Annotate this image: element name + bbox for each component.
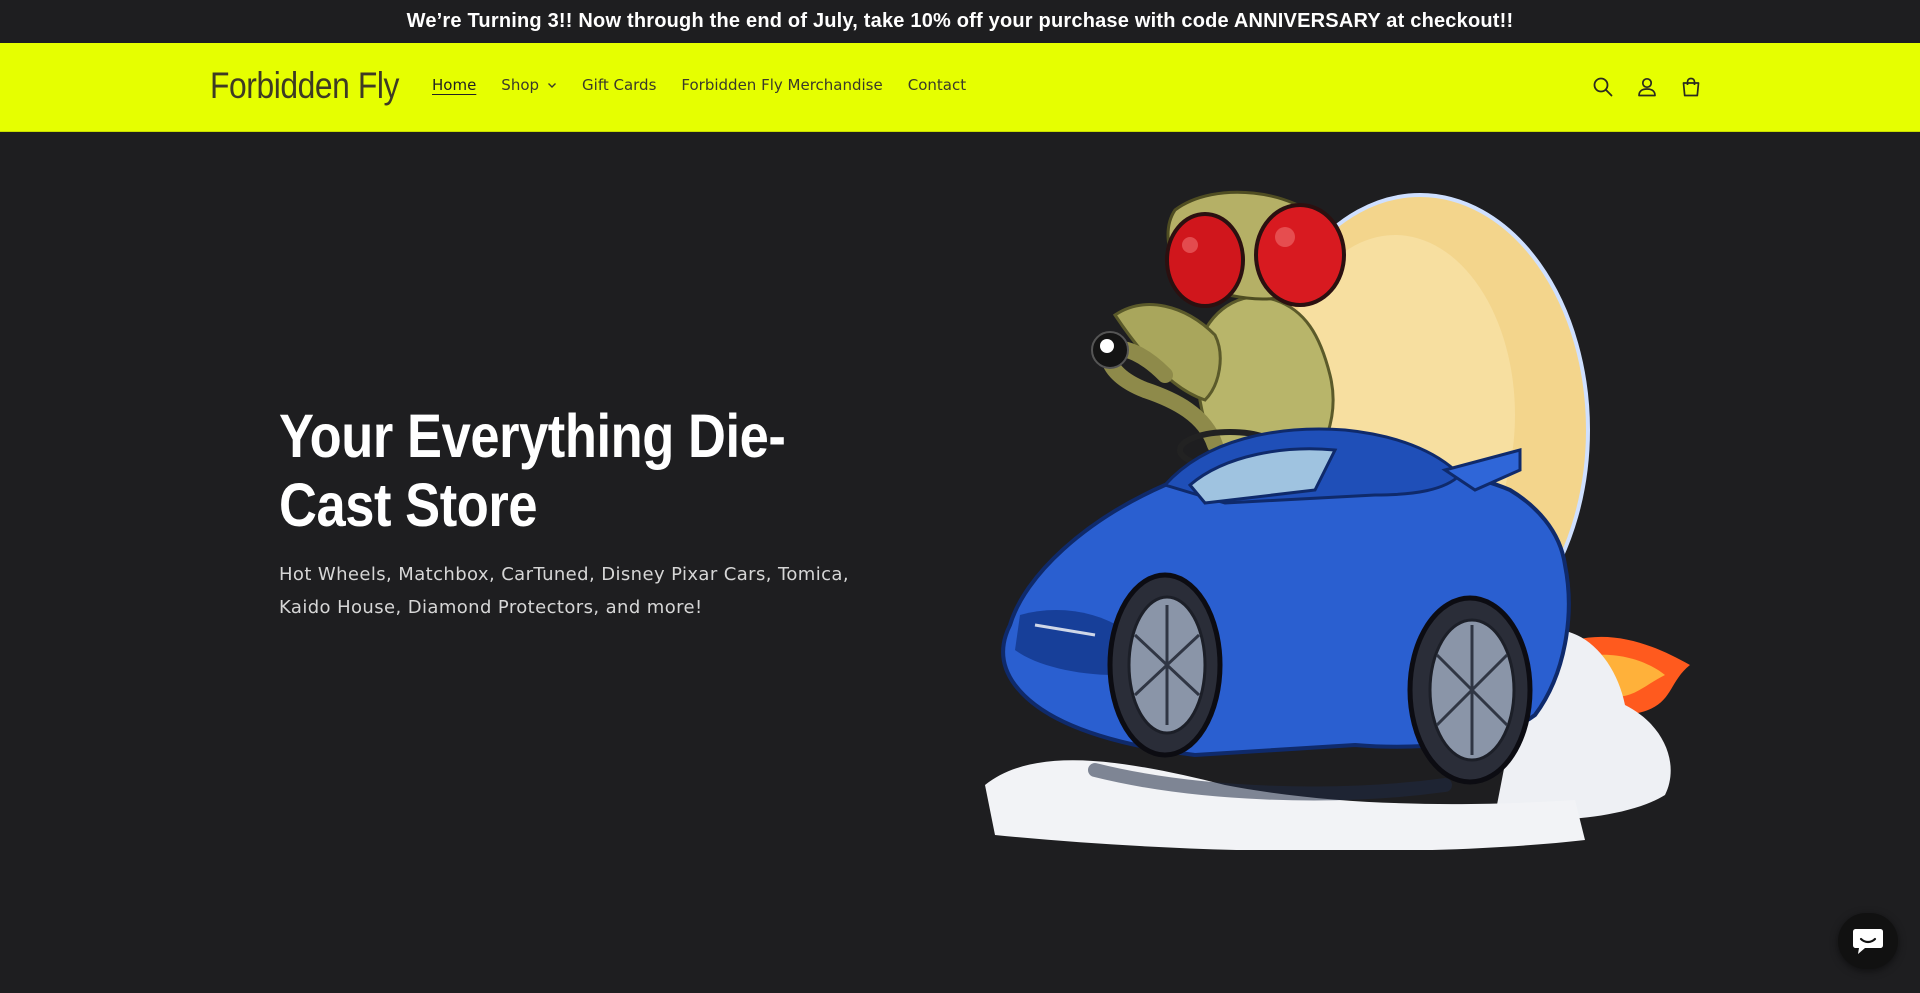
hero-title: Your Everything Die-Cast Store [279,402,786,539]
cart-button[interactable] [1677,73,1705,101]
chevron-down-icon [548,83,557,88]
nav-gift-cards[interactable]: Gift Cards [582,76,656,94]
main-nav: Home Shop Gift Cards Forbidden Fly Merch… [432,76,991,94]
nav-shop[interactable]: Shop [501,76,557,94]
announcement-bar: We’re Turning 3!! Now through the end of… [0,0,1920,43]
search-button[interactable] [1589,73,1617,101]
cart-icon [1682,77,1700,97]
nav-merchandise[interactable]: Forbidden Fly Merchandise [681,76,882,94]
store-logo[interactable]: Forbidden Fly [210,65,399,107]
account-icon [1638,77,1656,97]
hero-illustration [985,190,1690,850]
fly-eye-right [1254,203,1346,307]
hero-subtitle: Hot Wheels, Matchbox, CarTuned, Disney P… [279,564,849,618]
header-icons [1589,73,1721,101]
nav-contact[interactable]: Contact [908,76,966,94]
site-header: Forbidden Fly Home Shop Gift Cards Forbi… [0,43,1920,132]
account-button[interactable] [1633,73,1661,101]
chat-button[interactable] [1838,913,1898,969]
search-icon [1593,77,1613,97]
announcement-text: We’re Turning 3!! Now through the end of… [406,10,1514,32]
nav-home[interactable]: Home [432,76,476,94]
nav-shop-label: Shop [501,76,540,94]
chat-bubble-icon [1853,929,1883,954]
fly-eye-left [1165,212,1245,308]
